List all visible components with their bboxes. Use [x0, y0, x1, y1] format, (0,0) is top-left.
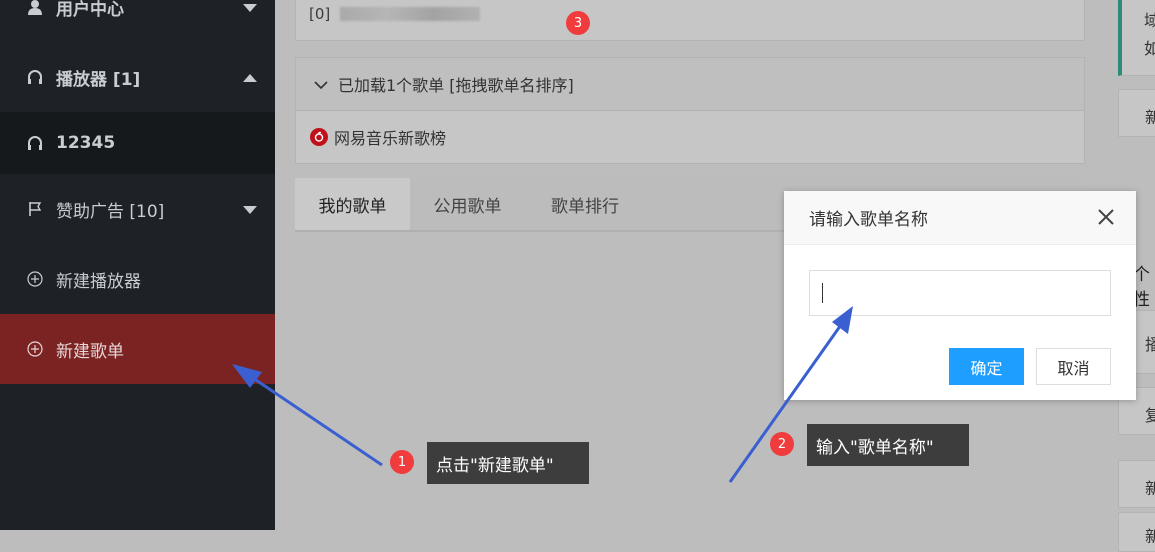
sidebar-item-label: 赞助广告 [10]	[56, 201, 165, 222]
tab-public-playlists[interactable]: 公用歌单	[410, 178, 525, 230]
headphones-icon	[26, 134, 44, 152]
caret-down-icon	[243, 199, 257, 219]
playlist-item[interactable]: 网易音乐新歌榜	[296, 111, 1084, 163]
right-heading: 个性	[1133, 265, 1150, 310]
dialog-header: 请输入歌单名称	[784, 191, 1136, 245]
close-icon[interactable]	[1096, 207, 1116, 227]
netease-music-icon	[310, 128, 328, 146]
step-badge-3: 3	[566, 11, 590, 35]
plus-circle-icon	[26, 340, 44, 358]
sidebar-item-label: 用户中心	[56, 0, 124, 20]
player-info-panel: [0]	[295, 0, 1085, 41]
playlist-name-input[interactable]	[809, 270, 1111, 316]
tab-my-playlists[interactable]: 我的歌单	[295, 178, 410, 230]
sidebar-item-new-player[interactable]: 新建播放器	[0, 244, 275, 314]
confirm-button[interactable]: 确定	[949, 348, 1024, 385]
step-tooltip-2: 输入"歌单名称"	[807, 424, 969, 466]
redacted-text	[340, 7, 480, 21]
text-cursor	[822, 283, 823, 303]
notice-text: 如	[1144, 35, 1155, 59]
plus-circle-icon	[26, 270, 44, 288]
sidebar-item-label: 新建播放器	[56, 271, 141, 292]
step-badge-2: 2	[770, 432, 794, 456]
playlist-panel-title: 已加载1个歌单 [拖拽歌单名排序]	[338, 76, 574, 95]
notice-box: 域 如	[1118, 0, 1155, 76]
sidebar: 用户中心 播放器 [1] 12345 赞助广告 [10] 新建播放器 新建歌单	[0, 0, 275, 530]
sidebar-item-label: 新建歌单	[56, 341, 124, 362]
playlist-panel: 已加载1个歌单 [拖拽歌单名排序] 网易音乐新歌榜	[295, 57, 1085, 164]
chevron-down-icon	[314, 75, 328, 94]
cancel-button[interactable]: 取消	[1036, 348, 1111, 385]
dialog-title: 请输入歌单名称	[809, 210, 928, 230]
sidebar-item-new-playlist[interactable]: 新建歌单	[0, 314, 275, 384]
sidebar-item-label: 12345	[56, 133, 116, 153]
right-button[interactable]: 新	[1118, 512, 1155, 552]
caret-down-icon	[243, 0, 257, 17]
playlist-panel-header[interactable]: 已加载1个歌单 [拖拽歌单名排序]	[296, 58, 1084, 111]
headphones-icon	[26, 68, 44, 86]
new-playlist-dialog: 请输入歌单名称 确定 取消	[784, 191, 1136, 400]
step-badge-1: 1	[390, 450, 414, 474]
sidebar-item-label: 播放器 [1]	[56, 69, 141, 90]
flag-icon	[26, 200, 44, 218]
playlist-name: 网易音乐新歌榜	[334, 129, 447, 148]
sidebar-item-player[interactable]: 播放器 [1]	[0, 42, 275, 112]
sidebar-item-user-center[interactable]: 用户中心	[0, 0, 275, 42]
sidebar-item-sponsor-ads[interactable]: 赞助广告 [10]	[0, 174, 275, 244]
caret-up-icon	[243, 67, 257, 87]
right-button[interactable]: 新	[1118, 460, 1155, 508]
step-tooltip-1: 点击"新建歌单"	[427, 442, 589, 484]
right-button[interactable]: 新	[1118, 89, 1155, 137]
notice-text: 域	[1144, 7, 1155, 31]
sidebar-item-player-12345[interactable]: 12345	[0, 112, 275, 174]
tab-playlist-ranking[interactable]: 歌单排行	[525, 178, 645, 230]
player-id-text: [0]	[309, 5, 331, 23]
user-icon	[26, 0, 44, 16]
